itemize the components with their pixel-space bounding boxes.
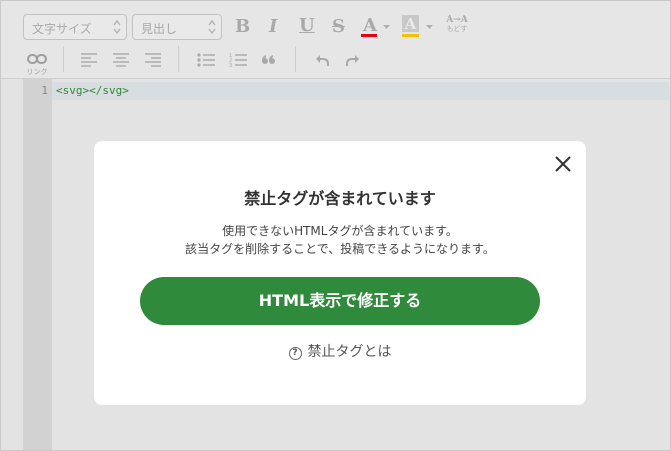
chevron-down-icon <box>383 25 390 29</box>
dialog-message-line2: 該当タグを削除することで、投稿できるようになります。 <box>185 242 495 256</box>
close-icon[interactable] <box>552 153 574 175</box>
line-number: 1 <box>41 84 48 97</box>
font-size-select-label: 文字サイズ <box>32 22 92 36</box>
strikethrough-button[interactable]: S <box>332 16 345 37</box>
underline-button[interactable]: U <box>299 15 315 36</box>
dialog-message: 使用できないHTMLタグが含まれています。 該当タグを削除することで、投稿できる… <box>94 222 586 258</box>
text-color-label: A <box>363 15 377 36</box>
quote-icon[interactable] <box>262 55 276 65</box>
svg-text:3: 3 <box>229 63 232 68</box>
line-gutter: 1 <box>23 79 52 450</box>
text-color-button[interactable]: A <box>361 15 391 39</box>
align-right-icon[interactable] <box>145 53 161 67</box>
question-circle-icon: ? <box>288 347 302 360</box>
select-arrows-icon <box>113 19 121 35</box>
bulleted-list-icon[interactable] <box>197 53 215 67</box>
forbidden-tag-help-link[interactable]: ? 禁止タグとは <box>94 341 586 361</box>
text-color-swatch <box>361 34 377 37</box>
clear-format-button[interactable]: A→A もどす <box>444 15 470 39</box>
toolbar-divider <box>63 46 64 72</box>
italic-button[interactable]: I <box>269 16 277 37</box>
bg-color-swatch <box>402 34 419 37</box>
code-line[interactable]: <svg></svg> <box>56 84 129 97</box>
link-button[interactable]: リンク <box>25 49 49 76</box>
bg-color-label: A <box>402 15 419 33</box>
align-left-icon[interactable] <box>81 53 97 67</box>
numbered-list-icon[interactable]: 123 <box>229 52 247 68</box>
dialog-title: 禁止タグが含まれています <box>244 189 436 208</box>
chevron-down-icon <box>426 25 433 29</box>
toolbar-divider <box>295 46 296 72</box>
dialog-message-line1: 使用できないHTMLタグが含まれています。 <box>222 224 458 238</box>
redo-icon[interactable] <box>346 53 360 67</box>
fix-in-html-view-button[interactable]: HTML表示で修正する <box>140 277 540 325</box>
align-center-icon[interactable] <box>113 53 129 67</box>
toolbar-divider <box>178 46 179 72</box>
bg-color-button[interactable]: A <box>402 15 436 39</box>
heading-select[interactable]: 見出し <box>132 14 222 40</box>
bold-button[interactable]: B <box>235 16 250 37</box>
link-icon <box>27 54 47 64</box>
active-line-highlight <box>52 82 669 100</box>
undo-icon[interactable] <box>315 53 329 67</box>
font-size-select[interactable]: 文字サイズ <box>23 14 127 40</box>
clear-format-bottom: もどす <box>446 25 468 33</box>
forbidden-tag-dialog: 禁止タグが含まれています 使用できないHTMLタグが含まれています。 該当タグを… <box>94 141 586 405</box>
clear-format-top: A→A <box>446 15 468 25</box>
help-link-label: 禁止タグとは <box>307 344 392 360</box>
heading-select-label: 見出し <box>141 22 178 36</box>
link-label: リンク <box>26 68 48 76</box>
toolbar: 文字サイズ 見出し B I U S A A A→A もどす リンク 1 2 3 <box>1 1 670 79</box>
select-arrows-icon <box>208 19 216 35</box>
